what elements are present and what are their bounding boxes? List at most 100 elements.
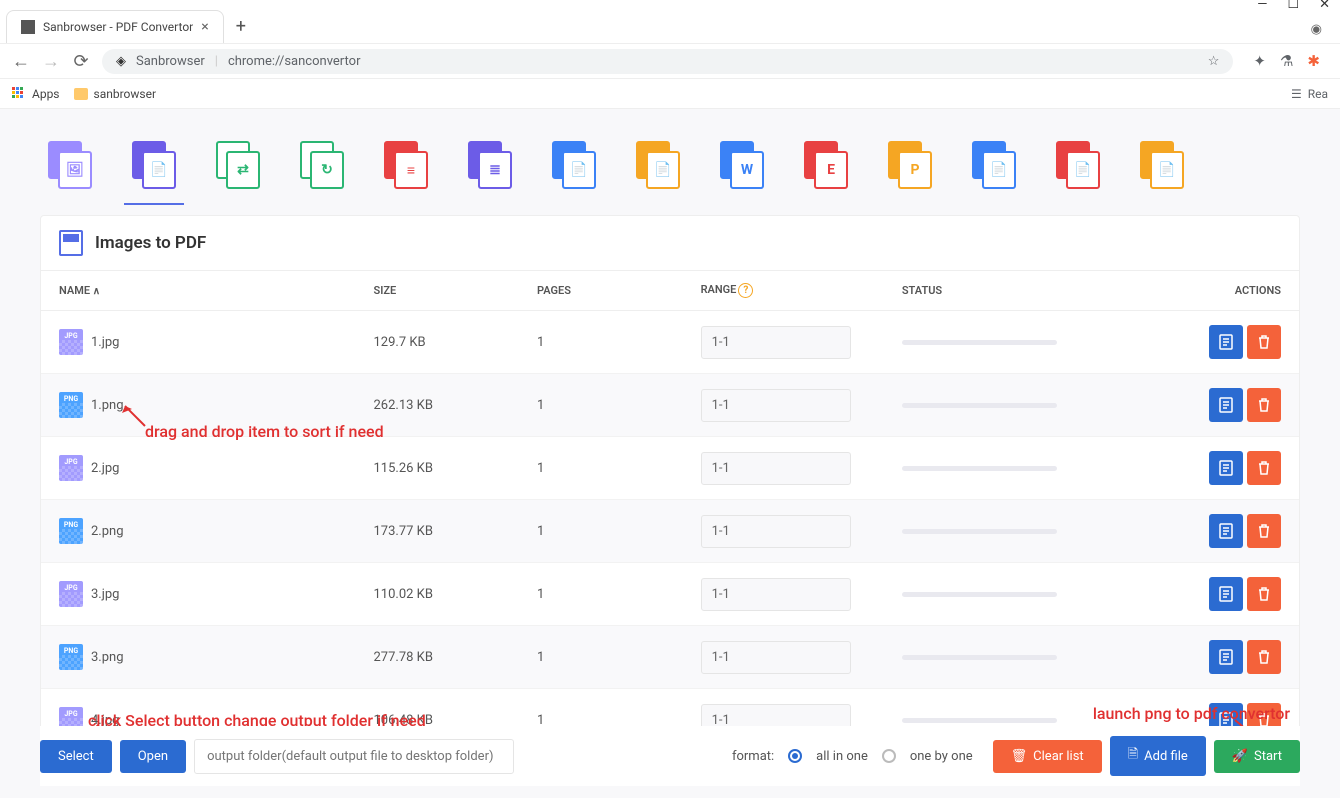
row-file-button[interactable] bbox=[1209, 325, 1243, 359]
maximize-icon[interactable]: ☐ bbox=[1287, 0, 1299, 12]
tool-tab-pdf-to-ppt[interactable]: P bbox=[880, 135, 940, 195]
url-input[interactable]: ◈ Sanbrowser | chrome://sanconvertor ☆ bbox=[102, 49, 1233, 74]
file-size: 129.7 KB bbox=[356, 311, 520, 374]
range-input[interactable] bbox=[701, 389, 851, 422]
tool-tab-pdf-to-excel[interactable]: E bbox=[796, 135, 856, 195]
file-pages: 1 bbox=[519, 311, 683, 374]
tab-close-icon[interactable]: × bbox=[201, 19, 208, 35]
col-pages[interactable]: PAGES bbox=[519, 271, 683, 311]
url-text: chrome://sanconvertor bbox=[228, 54, 361, 69]
progress-bar bbox=[902, 655, 1057, 660]
table-row[interactable]: PNG3.png277.78 KB1 bbox=[41, 626, 1299, 689]
row-file-button[interactable] bbox=[1209, 451, 1243, 485]
row-file-button[interactable] bbox=[1209, 514, 1243, 548]
row-delete-button[interactable] bbox=[1247, 577, 1281, 611]
file-name: 3.jpg bbox=[91, 587, 119, 602]
col-size[interactable]: SIZE bbox=[356, 271, 520, 311]
progress-bar bbox=[902, 340, 1057, 345]
tool-tab-pdf-to-image[interactable]: 📄🖼 bbox=[40, 135, 100, 195]
puzzle-icon[interactable]: ✱ bbox=[1307, 52, 1320, 70]
col-name[interactable]: NAME ∧ bbox=[41, 271, 356, 311]
account-icon[interactable]: ◉ bbox=[1311, 22, 1322, 37]
table-row[interactable]: JPG3.jpg110.02 KB1 bbox=[41, 563, 1299, 626]
row-file-button[interactable] bbox=[1209, 640, 1243, 674]
row-delete-button[interactable] bbox=[1247, 388, 1281, 422]
tool-tab-image-to-pdf[interactable]: 🖼📄 bbox=[124, 135, 184, 195]
sort-asc-icon: ∧ bbox=[93, 286, 100, 297]
tool-tab-merge[interactable]: ≡ bbox=[376, 135, 436, 195]
table-row[interactable]: PNG1.png262.13 KB1 bbox=[41, 374, 1299, 437]
table-row[interactable]: JPG1.jpg129.7 KB1 bbox=[41, 311, 1299, 374]
forward-button[interactable]: → bbox=[42, 51, 60, 72]
reading-list[interactable]: ☰ Rea bbox=[1291, 87, 1328, 101]
format-label: format: bbox=[732, 749, 774, 764]
address-bar: ← → ⟳ ◈ Sanbrowser | chrome://sanconvert… bbox=[0, 43, 1340, 79]
select-button[interactable]: Select bbox=[40, 740, 112, 773]
back-button[interactable]: ← bbox=[12, 51, 30, 72]
col-range[interactable]: RANGE? bbox=[683, 271, 884, 311]
progress-bar bbox=[902, 529, 1057, 534]
apps-shortcut[interactable]: Apps bbox=[12, 87, 60, 101]
add-file-button[interactable]: 🗎Add file bbox=[1110, 736, 1206, 776]
flask-icon[interactable]: ⚗ bbox=[1280, 52, 1293, 70]
range-input[interactable] bbox=[701, 578, 851, 611]
tool-tab-lock[interactable]: 🔒📄 bbox=[628, 135, 688, 195]
tool-tab-ppt-to-pdf[interactable]: P📄 bbox=[1132, 135, 1192, 195]
clear-list-button[interactable]: 🗑Clear list bbox=[993, 740, 1102, 773]
progress-bar bbox=[902, 403, 1057, 408]
tool-tab-extract[interactable]: ≣ bbox=[460, 135, 520, 195]
main-panel: Images to PDF NAME ∧ SIZE PAGES RANGE? S… bbox=[40, 215, 1300, 753]
reading-list-icon: ☰ bbox=[1291, 87, 1302, 101]
tool-tab-rotate[interactable]: ↻ bbox=[292, 135, 352, 195]
filetype-icon: PNG bbox=[59, 392, 83, 418]
tab-title: Sanbrowser - PDF Convertor bbox=[43, 20, 193, 34]
start-button[interactable]: 🚀Start bbox=[1214, 740, 1300, 773]
filetype-icon: JPG bbox=[59, 455, 83, 481]
table-row[interactable]: JPG2.jpg115.26 KB1 bbox=[41, 437, 1299, 500]
range-input[interactable] bbox=[701, 452, 851, 485]
progress-bar bbox=[902, 718, 1057, 723]
radio-all-in-one[interactable] bbox=[788, 749, 802, 763]
tool-tab-pdf-to-word[interactable]: W bbox=[712, 135, 772, 195]
range-input[interactable] bbox=[701, 641, 851, 674]
minimize-icon[interactable]: — bbox=[1257, 0, 1267, 12]
page-content: 📄🖼 🖼📄 ⇄ ↻ ≡ ≣ 🔓📄 🔒📄 W E P W📄 E📄 P📄 Image… bbox=[0, 109, 1340, 798]
row-file-button[interactable] bbox=[1209, 577, 1243, 611]
file-size: 110.02 KB bbox=[356, 563, 520, 626]
reload-button[interactable]: ⟳ bbox=[72, 51, 90, 72]
file-table: NAME ∧ SIZE PAGES RANGE? STATUS ACTIONS … bbox=[41, 271, 1299, 752]
open-button[interactable]: Open bbox=[120, 740, 186, 773]
range-input[interactable] bbox=[701, 326, 851, 359]
range-input[interactable] bbox=[701, 515, 851, 548]
close-icon[interactable]: ✕ bbox=[1319, 0, 1330, 12]
filetype-icon: PNG bbox=[59, 518, 83, 544]
browser-tab[interactable]: Sanbrowser - PDF Convertor × bbox=[6, 10, 224, 43]
extension-icon[interactable]: ✦ bbox=[1253, 52, 1266, 70]
file-size: 115.26 KB bbox=[356, 437, 520, 500]
panel-icon bbox=[59, 230, 83, 256]
output-folder-input[interactable] bbox=[194, 739, 514, 774]
star-icon[interactable]: ☆ bbox=[1208, 54, 1220, 69]
bookmark-item[interactable]: sanbrowser bbox=[74, 87, 157, 101]
file-size: 173.77 KB bbox=[356, 500, 520, 563]
row-delete-button[interactable] bbox=[1247, 514, 1281, 548]
tool-tabs: 📄🖼 🖼📄 ⇄ ↻ ≡ ≣ 🔓📄 🔒📄 W E P W📄 E📄 P📄 bbox=[40, 127, 1300, 195]
radio-one-by-one[interactable] bbox=[882, 749, 896, 763]
tool-tab-unlock[interactable]: 🔓📄 bbox=[544, 135, 604, 195]
file-size: 277.78 KB bbox=[356, 626, 520, 689]
progress-bar bbox=[902, 466, 1057, 471]
row-file-button[interactable] bbox=[1209, 388, 1243, 422]
tab-favicon bbox=[21, 20, 35, 34]
folder-icon bbox=[74, 88, 88, 100]
tool-tab-split[interactable]: ⇄ bbox=[208, 135, 268, 195]
table-row[interactable]: PNG2.png173.77 KB1 bbox=[41, 500, 1299, 563]
row-delete-button[interactable] bbox=[1247, 325, 1281, 359]
tool-tab-word-to-pdf[interactable]: W📄 bbox=[964, 135, 1024, 195]
row-delete-button[interactable] bbox=[1247, 451, 1281, 485]
window-controls: — ☐ ✕ bbox=[0, 0, 1340, 9]
file-name: 3.png bbox=[91, 650, 124, 665]
row-delete-button[interactable] bbox=[1247, 640, 1281, 674]
tool-tab-excel-to-pdf[interactable]: E📄 bbox=[1048, 135, 1108, 195]
site-info-icon[interactable]: ◈ bbox=[116, 54, 126, 69]
new-tab-button[interactable]: + bbox=[236, 16, 246, 43]
